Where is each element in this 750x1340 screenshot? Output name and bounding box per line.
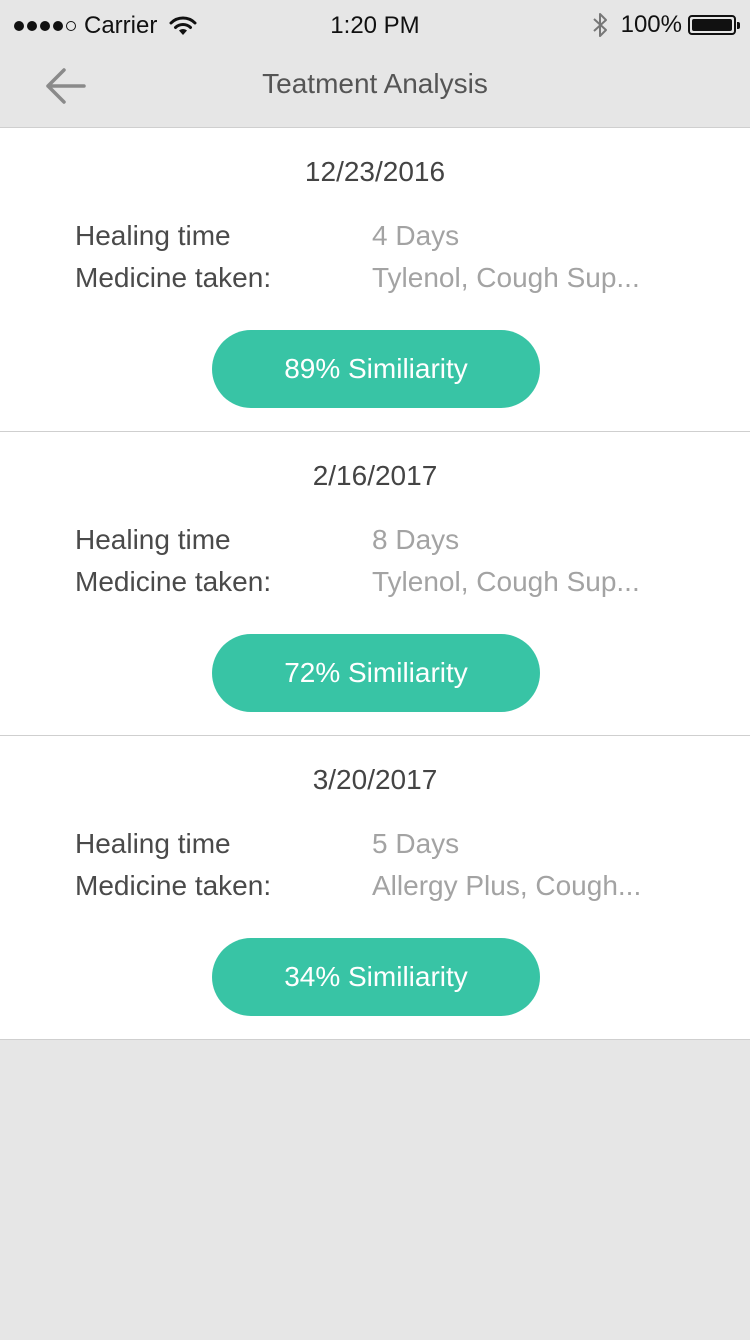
medicine-taken-value: Tylenol, Cough Sup...: [372, 566, 640, 597]
healing-time-label: Healing time: [75, 220, 231, 251]
healing-time-row: Healing time 4 Days: [75, 220, 690, 256]
battery-percent: 100%: [620, 11, 682, 38]
bluetooth-icon: [592, 13, 607, 37]
healing-time-value: 4 Days: [372, 220, 460, 251]
healing-time-label: Healing time: [75, 828, 231, 859]
healing-time-value: 5 Days: [372, 828, 460, 859]
medicine-taken-value: Allergy Plus, Cough...: [372, 870, 642, 901]
similarity-button[interactable]: 72% Similiarity: [212, 634, 540, 712]
record-date: 2/16/2017: [312, 460, 438, 491]
treatment-record-card: 2/16/2017 Healing time 8 Days Medicine t…: [0, 432, 750, 736]
medicine-taken-value: Tylenol, Cough Sup...: [372, 262, 640, 293]
battery-icon: [688, 15, 740, 35]
healing-time-value: 8 Days: [372, 524, 460, 555]
similarity-button[interactable]: 34% Similiarity: [212, 938, 540, 1016]
medicine-taken-label: Medicine taken:: [75, 262, 272, 293]
healing-time-label: Healing time: [75, 524, 231, 555]
healing-time-row: Healing time 8 Days: [75, 524, 690, 560]
medicine-taken-label: Medicine taken:: [75, 870, 272, 901]
treatment-record-card: 12/23/2016 Healing time 4 Days Medicine …: [0, 128, 750, 432]
status-bar: Carrier 1:20 PM 100%: [0, 0, 750, 50]
medicine-taken-row: Medicine taken: Tylenol, Cough Sup...: [75, 262, 690, 298]
medicine-taken-row: Medicine taken: Tylenol, Cough Sup...: [75, 566, 690, 602]
record-date: 3/20/2017: [312, 764, 438, 795]
medicine-taken-label: Medicine taken:: [75, 566, 272, 597]
page-title: Teatment Analysis: [262, 68, 488, 99]
record-date: 12/23/2016: [304, 156, 446, 187]
healing-time-row: Healing time 5 Days: [75, 828, 690, 864]
status-bar-right: 100%: [591, 10, 740, 40]
treatment-record-card: 3/20/2017 Healing time 5 Days Medicine t…: [0, 736, 750, 1040]
similarity-button[interactable]: 89% Similiarity: [212, 330, 540, 408]
navigation-bar: Teatment Analysis: [0, 50, 750, 128]
medicine-taken-row: Medicine taken: Allergy Plus, Cough...: [75, 870, 690, 906]
